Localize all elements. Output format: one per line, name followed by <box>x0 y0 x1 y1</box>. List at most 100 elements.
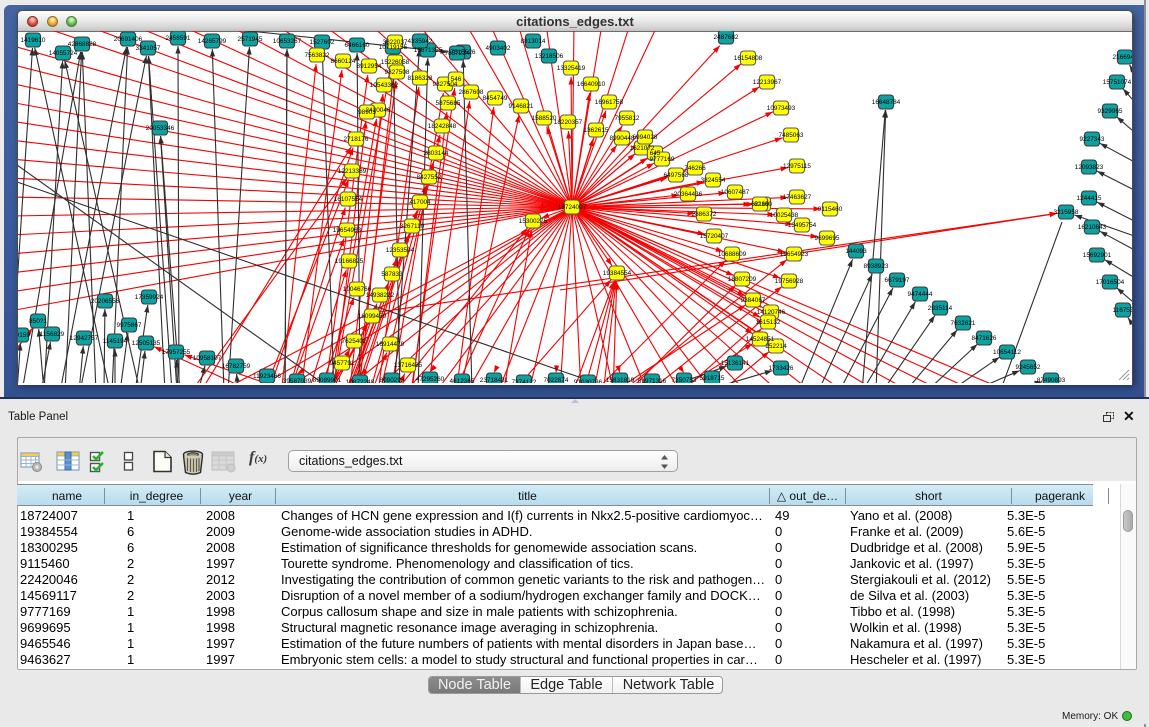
svg-text:2166941: 2166941 <box>1113 54 1132 61</box>
svg-text:9777169: 9777169 <box>650 156 675 163</box>
svg-text:7625402: 7625402 <box>342 338 367 345</box>
svg-text:1733426: 1733426 <box>769 365 794 372</box>
svg-text:12213389: 12213389 <box>338 168 367 175</box>
svg-text:16640910: 16640910 <box>577 81 606 88</box>
svg-text:7374122: 7374122 <box>512 379 537 383</box>
svg-text:16914479: 16914479 <box>376 341 405 348</box>
svg-text:8813014: 8813014 <box>521 38 546 45</box>
svg-text:7955812: 7955812 <box>615 115 640 122</box>
svg-text:1244415: 1244415 <box>1077 195 1102 202</box>
svg-text:14265799: 14265799 <box>198 38 227 45</box>
svg-text:16154808: 16154808 <box>734 55 763 62</box>
svg-text:16210643: 16210643 <box>1078 224 1107 231</box>
svg-text:16099459: 16099459 <box>358 313 387 320</box>
svg-text:23718431: 23718431 <box>480 377 509 383</box>
svg-text:10688609: 10688609 <box>718 251 747 258</box>
svg-text:3822037: 3822037 <box>383 39 408 46</box>
svg-text:19384554: 19384554 <box>603 270 632 277</box>
svg-text:17463627: 17463627 <box>783 194 812 201</box>
svg-text:39159: 39159 <box>18 332 30 339</box>
svg-text:1156829: 1156829 <box>40 331 65 338</box>
svg-text:12093823: 12093823 <box>1075 164 1104 171</box>
svg-text:10958107: 10958107 <box>193 355 222 362</box>
svg-text:7563822: 7563822 <box>305 52 330 59</box>
svg-text:87490893: 87490893 <box>1037 377 1066 383</box>
svg-text:116753: 116753 <box>1113 307 1132 314</box>
svg-text:9115460: 9115460 <box>818 206 843 213</box>
svg-text:89089901: 89089901 <box>313 377 342 383</box>
svg-text:15720407: 15720407 <box>700 233 729 240</box>
svg-text:3341057: 3341057 <box>136 45 161 52</box>
svg-text:13218506: 13218506 <box>535 53 564 60</box>
svg-text:8454749: 8454749 <box>483 95 508 102</box>
svg-text:3267110: 3267110 <box>400 223 425 230</box>
svg-text:12213967: 12213967 <box>753 79 782 86</box>
svg-text:7632621: 7632621 <box>951 320 976 327</box>
svg-text:9146821: 9146821 <box>509 103 534 110</box>
svg-text:14938222: 14938222 <box>366 292 395 299</box>
svg-text:13716485: 13716485 <box>394 362 423 369</box>
svg-text:12942757: 12942757 <box>70 335 99 342</box>
svg-text:2935114: 2935114 <box>928 305 953 312</box>
svg-text:12505135: 12505135 <box>132 340 161 347</box>
svg-text:10025438: 10025438 <box>770 212 799 219</box>
svg-text:144093: 144093 <box>845 248 867 255</box>
svg-text:8427552: 8427552 <box>417 174 442 181</box>
svg-text:19756928: 19756928 <box>775 278 804 285</box>
svg-text:9227343: 9227343 <box>1080 136 1105 143</box>
svg-text:10607487: 10607487 <box>721 189 750 196</box>
svg-text:4612365: 4612365 <box>450 378 475 383</box>
svg-text:18724007: 18724007 <box>558 204 587 211</box>
svg-text:1145194: 1145194 <box>103 338 128 345</box>
svg-text:18807209: 18807209 <box>728 276 757 283</box>
svg-text:5875685: 5875685 <box>436 100 461 107</box>
svg-text:7350753: 7350753 <box>672 377 697 383</box>
svg-text:13325419: 13325419 <box>557 65 586 72</box>
svg-text:16671355: 16671355 <box>414 47 443 54</box>
svg-text:91030736: 91030736 <box>574 379 603 383</box>
svg-text:9474444: 9474444 <box>908 291 933 298</box>
svg-text:47295260: 47295260 <box>416 376 445 383</box>
svg-text:8471626: 8471626 <box>972 335 997 342</box>
svg-text:8186328: 8186328 <box>408 75 433 82</box>
svg-text:8912954: 8912954 <box>357 63 382 70</box>
svg-text:7857224: 7857224 <box>445 50 470 57</box>
svg-text:4335942: 4335942 <box>408 38 433 45</box>
svg-text:13495754: 13495754 <box>788 222 817 229</box>
svg-text:10654112: 10654112 <box>993 349 1021 356</box>
svg-text:39587039: 39587039 <box>283 378 312 383</box>
svg-text:16961758: 16961758 <box>595 99 624 106</box>
svg-text:20053346: 20053346 <box>146 125 175 132</box>
svg-text:2886372: 2886372 <box>692 211 717 218</box>
svg-text:9327508: 9327508 <box>385 69 410 76</box>
svg-text:81971316: 81971316 <box>638 378 667 383</box>
svg-text:6497568: 6497568 <box>664 172 689 179</box>
svg-text:9699695: 9699695 <box>815 235 840 242</box>
svg-text:11923466: 11923466 <box>253 373 281 380</box>
svg-text:2867608: 2867608 <box>459 89 484 96</box>
svg-text:15136141: 15136141 <box>721 360 750 367</box>
svg-text:7485063: 7485063 <box>779 132 804 139</box>
svg-text:8660124: 8660124 <box>331 58 356 65</box>
svg-text:10872248: 10872248 <box>346 379 375 383</box>
svg-text:2571945: 2571945 <box>238 36 263 43</box>
svg-text:2803144: 2803144 <box>424 150 449 157</box>
svg-text:19654963: 19654963 <box>333 227 362 234</box>
svg-text:17957255: 17957255 <box>162 349 191 356</box>
svg-text:18220357: 18220357 <box>554 119 583 126</box>
svg-text:12353594: 12353594 <box>386 247 415 254</box>
svg-text:1527602: 1527602 <box>310 39 335 46</box>
svg-text:1362615: 1362615 <box>584 127 609 134</box>
svg-text:587833: 587833 <box>381 271 403 278</box>
svg-text:9457791: 9457791 <box>330 360 355 367</box>
svg-text:15751074: 15751074 <box>1103 79 1132 86</box>
svg-text:19654923: 19654923 <box>780 251 809 258</box>
svg-text:98903: 98903 <box>358 109 376 116</box>
svg-text:5918715: 5918715 <box>700 375 725 382</box>
svg-text:12975115: 12975115 <box>783 163 811 170</box>
svg-text:6994028: 6994028 <box>633 134 658 141</box>
svg-text:16648784: 16648784 <box>872 99 901 106</box>
svg-text:62160: 62160 <box>751 201 769 208</box>
svg-text:15692901: 15692901 <box>1083 252 1112 259</box>
svg-text:546: 546 <box>451 76 462 83</box>
